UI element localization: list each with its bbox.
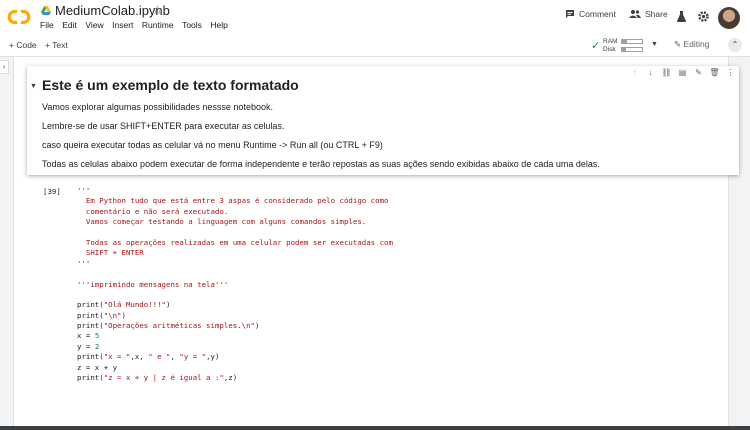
editing-label: Editing — [683, 39, 710, 49]
code-line: Todas as operações realizadas em uma cel… — [77, 237, 393, 247]
settings-gear-icon[interactable] — [698, 11, 709, 22]
link-icon[interactable]: ⛓ — [660, 68, 673, 77]
code-line: x = 5 — [77, 331, 100, 341]
share-button[interactable]: Share — [629, 9, 668, 19]
execution-count[interactable]: [39] — [43, 187, 61, 196]
code-line: print("z = x + y | z é igual a :",z) — [77, 373, 238, 383]
collapse-header-chevron-up-icon[interactable]: ⌃ — [728, 38, 742, 52]
menu-view[interactable]: View — [85, 20, 103, 30]
text-cell-paragraph: Lembre-se de usar SHIFT+ENTER para execu… — [42, 121, 285, 131]
notebook-toolbar: + Code + Text ✓ RAM Disk ▼ ✎ Editing ⌃ — [0, 35, 750, 57]
section-collapse-caret-icon[interactable]: ▼ — [30, 83, 37, 90]
text-cell-paragraph: Todas as celulas abaixo podem executar d… — [42, 159, 600, 169]
pencil-icon: ✎ — [674, 39, 682, 49]
code-cell[interactable]: [39] ''' Em Python tudo que está entre 3… — [27, 184, 739, 430]
move-up-arrow-icon[interactable]: ↑ — [628, 68, 641, 77]
code-line: Em Python tudo que está entre 3 aspas é … — [77, 196, 389, 206]
code-line: print("x = ",x, " e ", "y = ",y) — [77, 352, 220, 362]
code-line: print("Olá Mundo!!!") — [77, 300, 171, 310]
comment-label: Comment — [579, 9, 616, 19]
comment-icon — [566, 10, 574, 18]
code-line: print("\n") — [77, 310, 126, 320]
comment-icon[interactable]: ▤ — [676, 68, 689, 77]
share-people-icon — [629, 10, 641, 18]
text-cell-paragraph: caso queira executar todas as celular vá… — [42, 140, 383, 150]
code-line: print("Operações aritméticas simples.\n"… — [77, 321, 260, 331]
menu-edit[interactable]: Edit — [62, 20, 77, 30]
comment-button[interactable]: Comment — [565, 9, 616, 19]
text-cell-heading: Este é um exemplo de texto formatado — [42, 77, 299, 93]
add-code-button[interactable]: + Code — [9, 40, 37, 50]
notebook-area: › ▼ ↑ ↓ ⛓ ▤ ✎ 🗑 ⋮ Este é um exemplo de t… — [0, 57, 750, 430]
menu-runtime[interactable]: Runtime — [142, 20, 174, 30]
code-line: ''' — [77, 186, 91, 195]
menu-tools[interactable]: Tools — [182, 20, 202, 30]
code-line: y = 2 — [77, 341, 100, 351]
text-cell[interactable]: ▼ ↑ ↓ ⛓ ▤ ✎ 🗑 ⋮ Este é um exemplo de tex… — [27, 66, 739, 175]
notebook-document: ▼ ↑ ↓ ⛓ ▤ ✎ 🗑 ⋮ Este é um exemplo de tex… — [13, 57, 739, 430]
top-bar: MediumColab.ipynb ☆ File Edit View Insert Ru… — [0, 0, 750, 35]
add-text-button[interactable]: + Text — [45, 40, 68, 50]
sidebar-expand-chevron-right-icon[interactable]: › — [0, 60, 9, 74]
colab-logo[interactable] — [6, 8, 32, 26]
ram-label: RAM — [603, 38, 618, 45]
code-editor[interactable]: ''' Em Python tudo que está entre 3 aspa… — [77, 186, 393, 383]
user-avatar[interactable] — [718, 7, 740, 29]
text-cell-paragraph: Vamos explorar algumas possibilidades ne… — [42, 102, 273, 112]
editing-mode[interactable]: ✎ Editing — [674, 39, 710, 50]
resources-dropdown-icon[interactable]: ▼ — [651, 41, 658, 48]
code-line: SHIFT + ENTER — [77, 248, 144, 258]
disk-label: Disk — [603, 46, 616, 53]
cell-toolbar: ↑ ↓ ⛓ ▤ ✎ 🗑 ⋮ — [628, 68, 737, 77]
delete-trash-icon[interactable]: 🗑 — [708, 68, 721, 77]
code-line: comentário e não será executado. — [77, 206, 229, 216]
more-vert-icon[interactable]: ⋮ — [724, 68, 737, 77]
star-icon[interactable]: ☆ — [152, 3, 163, 17]
code-line: ''' — [77, 258, 91, 268]
menu-help[interactable]: Help — [210, 20, 227, 30]
bottom-strip — [0, 426, 750, 430]
disk-usage-bar — [621, 47, 643, 52]
code-line: '''imprimindo mensagens na tela''' — [77, 279, 229, 289]
connected-check-icon: ✓ — [591, 40, 601, 52]
share-label: Share — [645, 9, 668, 19]
edit-pencil-icon[interactable]: ✎ — [692, 68, 705, 77]
labs-flask-icon[interactable] — [677, 11, 686, 22]
resources-indicator[interactable]: ✓ RAM Disk ▼ — [591, 36, 661, 56]
ram-usage-bar — [621, 39, 643, 44]
menu-insert[interactable]: Insert — [112, 20, 133, 30]
menu-bar: File Edit View Insert Runtime Tools Help — [40, 20, 236, 30]
code-line: Vamos começar testando a linguagem com a… — [77, 217, 367, 227]
code-line: z = x + y — [77, 362, 118, 372]
move-down-arrow-icon[interactable]: ↓ — [644, 68, 657, 77]
drive-icon — [41, 6, 51, 15]
menu-file[interactable]: File — [40, 20, 54, 30]
